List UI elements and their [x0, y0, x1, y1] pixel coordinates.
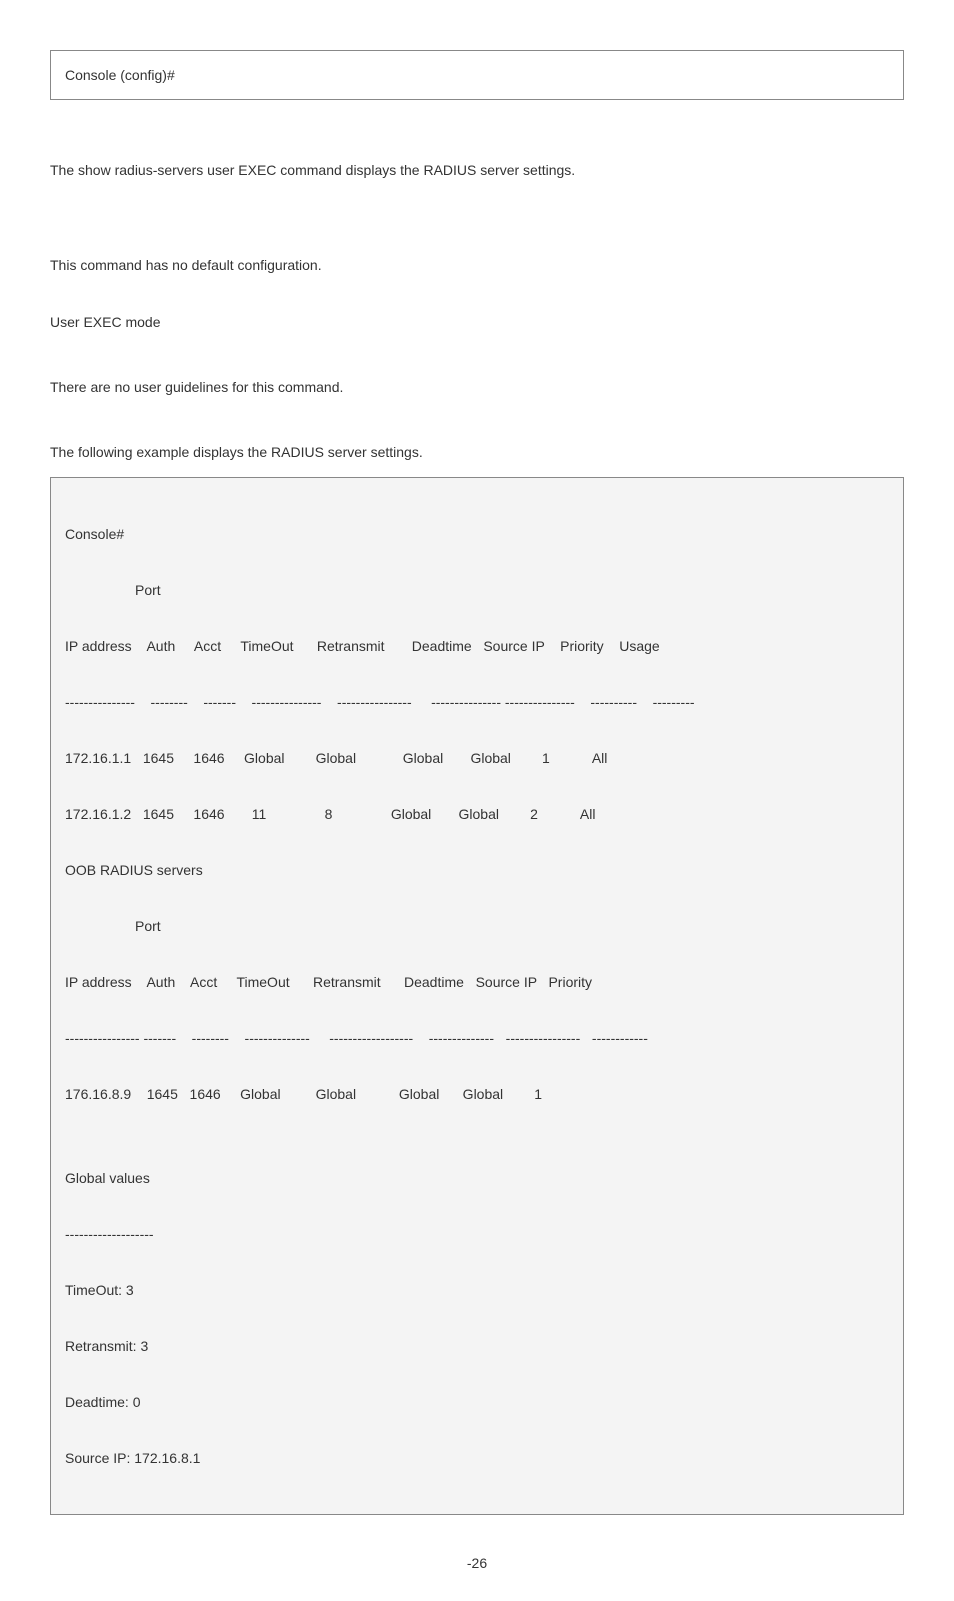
output-line: 176.16.8.9 1645 1646 Global Global Globa… [65, 1080, 889, 1108]
output-line: Deadtime: 0 [65, 1388, 889, 1416]
output-line: ---------------- ------- -------- ------… [65, 1024, 889, 1052]
paragraph-mode: User EXEC mode [50, 312, 904, 333]
output-line: TimeOut: 3 [65, 1276, 889, 1304]
output-line: Port [65, 912, 889, 940]
paragraph-default: This command has no default configuratio… [50, 255, 904, 276]
output-line: OOB RADIUS servers [65, 856, 889, 884]
page-number: -26 [50, 1555, 904, 1571]
output-line: Global values [65, 1164, 889, 1192]
output-line: Console# [65, 520, 889, 548]
code-line: Console (config)# [65, 67, 889, 83]
output-line: Retransmit: 3 [65, 1332, 889, 1360]
paragraph-guidelines: There are no user guidelines for this co… [50, 377, 904, 398]
output-line: --------------- -------- ------- -------… [65, 688, 889, 716]
paragraph-example-intro: The following example displays the RADIU… [50, 442, 904, 463]
output-line: IP address Auth Acct TimeOut Retransmit … [65, 968, 889, 996]
paragraph-description: The show radius-servers user EXEC comman… [50, 160, 904, 181]
output-line: 172.16.1.2 1645 1646 11 8 Global Global … [65, 800, 889, 828]
code-box: Console (config)# [50, 50, 904, 100]
output-line: Port [65, 576, 889, 604]
output-line: ------------------- [65, 1220, 889, 1248]
terminal-output-box: Console# Port IP address Auth Acct TimeO… [50, 477, 904, 1515]
output-line: 172.16.1.1 1645 1646 Global Global Globa… [65, 744, 889, 772]
output-line: Source IP: 172.16.8.1 [65, 1444, 889, 1472]
output-line: IP address Auth Acct TimeOut Retransmit … [65, 632, 889, 660]
